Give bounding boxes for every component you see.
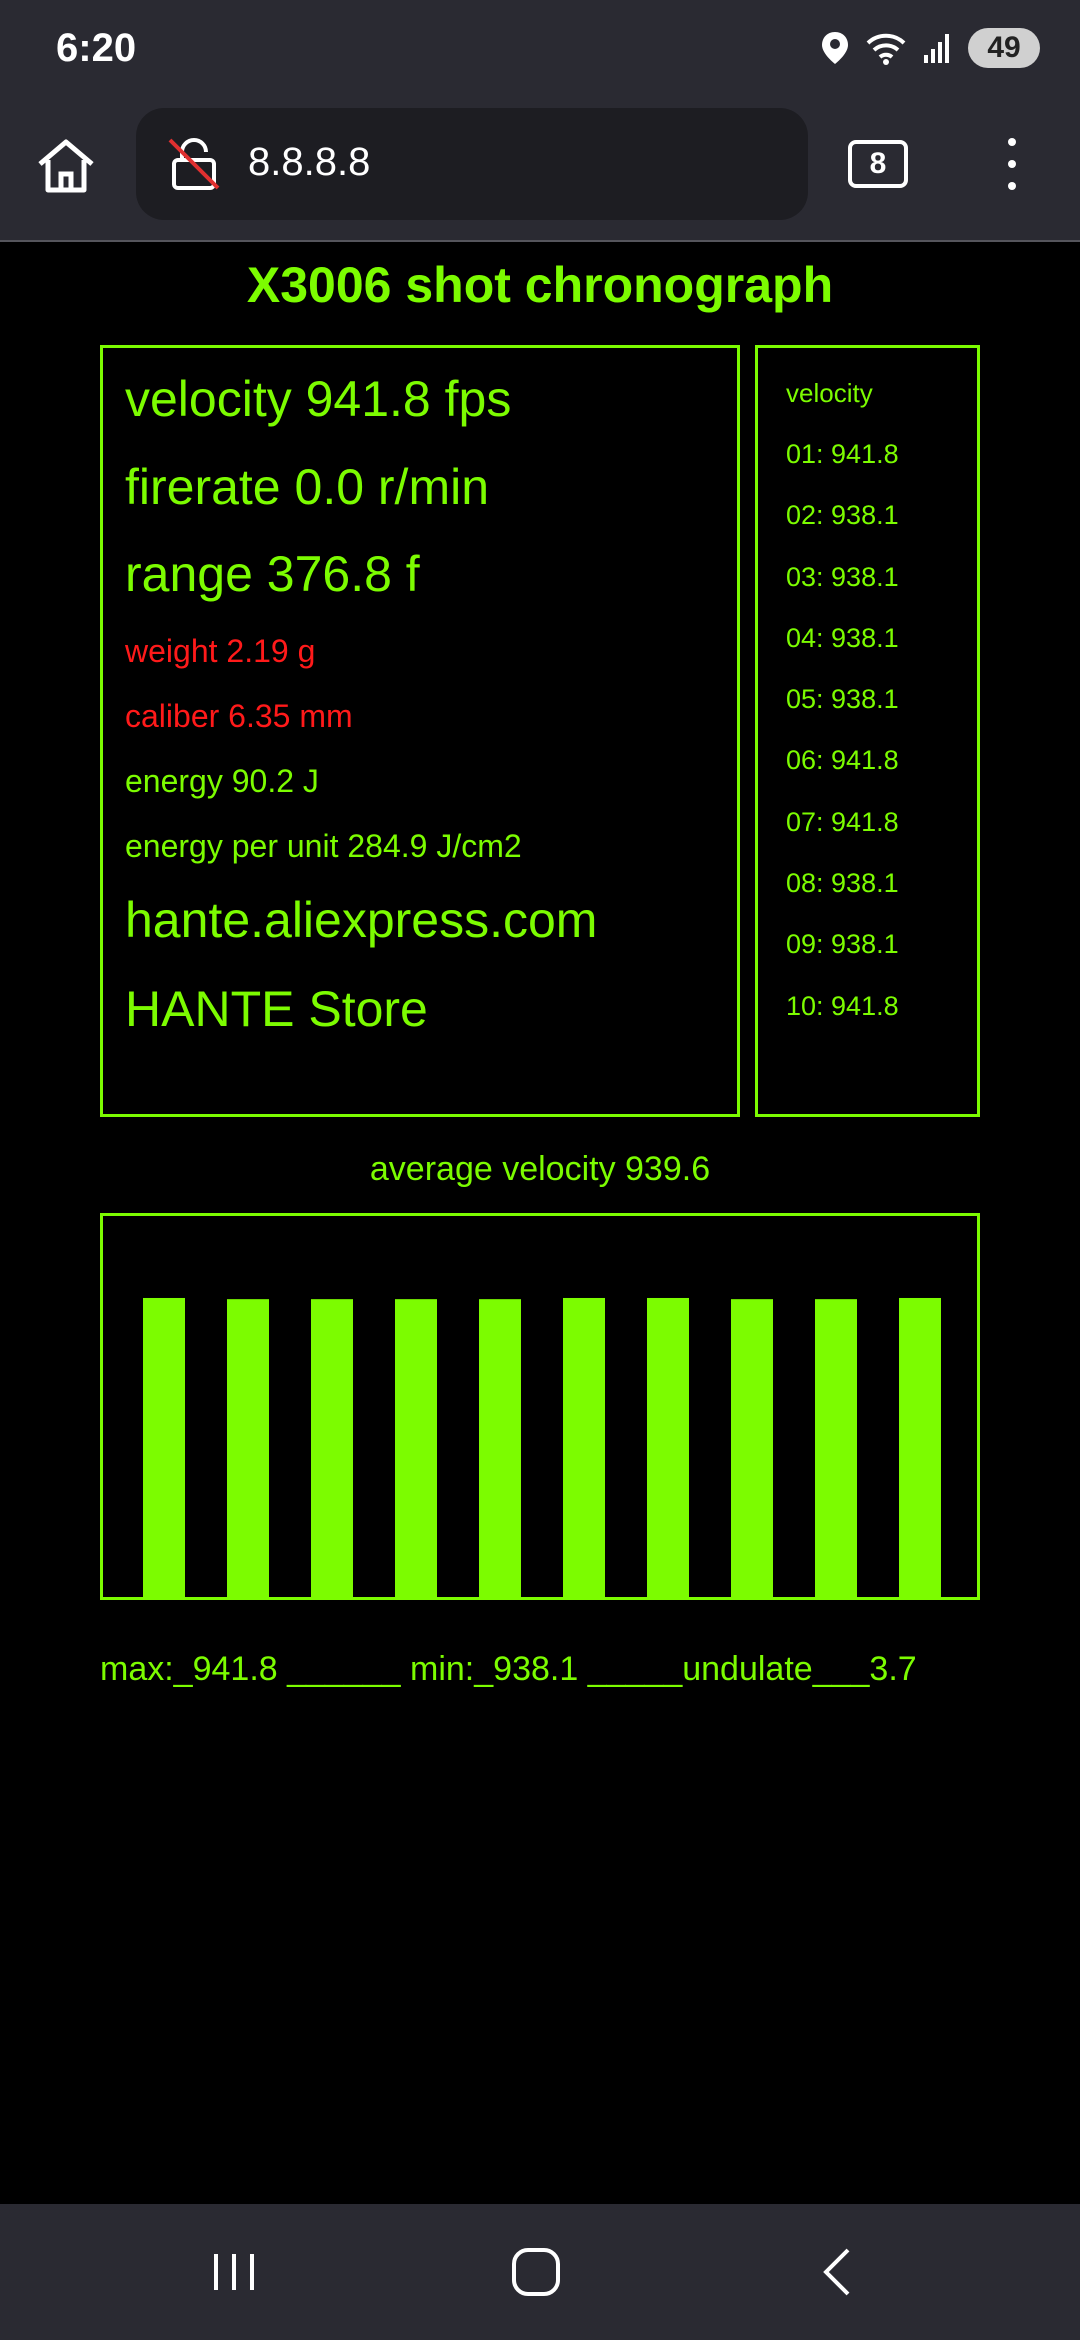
velocity-bar: [815, 1299, 857, 1597]
velocity-bar: [311, 1299, 353, 1597]
velocity-bar: [227, 1299, 269, 1597]
velocity-bar: [143, 1297, 185, 1597]
velocity-bar: [899, 1297, 941, 1597]
velocity-history-item: 04: 938.1: [786, 623, 899, 653]
velocity-bar-chart: [100, 1213, 980, 1600]
url-text[interactable]: 8.8.8.8: [248, 140, 370, 185]
wifi-icon: [866, 33, 906, 65]
page-title: X3006 shot chronograph: [246, 257, 834, 313]
velocity-bar: [647, 1297, 689, 1597]
velocity-history-item: 02: 938.1: [786, 500, 899, 530]
store-name-text: HANTE Store: [125, 981, 428, 1037]
velocity-history-panel: velocity 01: 941.8 02: 938.1 03: 938.1 0…: [755, 345, 980, 1117]
velocity-stats: max:_941.8 ______ min:_938.1 _____undula…: [100, 1650, 917, 1688]
average-velocity: average velocity 939.6: [369, 1150, 711, 1188]
energy-reading: energy 90.2 J: [125, 763, 319, 799]
location-icon: [822, 32, 848, 64]
velocity-history-item: 08: 938.1: [786, 868, 899, 898]
battery-indicator: 49: [968, 28, 1040, 68]
velocity-history-item: 03: 938.1: [786, 562, 899, 592]
status-time: 6:20: [56, 26, 137, 70]
home-icon[interactable]: [34, 134, 98, 198]
back-icon[interactable]: [808, 2240, 872, 2304]
firerate-reading: firerate 0.0 r/min: [125, 459, 490, 515]
browser-toolbar: 8.8.8.8 8: [0, 100, 1080, 242]
status-icons: 49: [820, 28, 1040, 68]
velocity-history-item: 06: 941.8: [786, 745, 899, 775]
system-nav-bar: [0, 2204, 1080, 2340]
weight-reading: weight 2.19 g: [125, 633, 316, 669]
more-menu-icon[interactable]: [1000, 138, 1024, 198]
velocity-history-header: velocity: [786, 378, 873, 408]
velocity-reading: velocity 941.8 fps: [125, 371, 512, 427]
insecure-lock-icon[interactable]: [166, 136, 222, 192]
readings-panel: velocity 941.8 fps firerate 0.0 r/min ra…: [100, 345, 740, 1117]
velocity-bar: [479, 1299, 521, 1597]
energy-per-unit-reading: energy per unit 284.9 J/cm2: [125, 828, 522, 864]
caliber-reading: caliber 6.35 mm: [125, 698, 353, 734]
recent-apps-icon[interactable]: [202, 2240, 266, 2304]
velocity-history-item: 09: 938.1: [786, 929, 899, 959]
velocity-chart-svg: [143, 1297, 941, 1597]
velocity-history-item: 01: 941.8: [786, 439, 899, 469]
store-site-text: hante.aliexpress.com: [125, 892, 598, 948]
range-reading: range 376.8 f: [125, 546, 420, 602]
home-nav-icon[interactable]: [504, 2240, 568, 2304]
tabs-count-button[interactable]: 8: [848, 140, 908, 188]
velocity-history-item: 07: 941.8: [786, 807, 899, 837]
address-bar[interactable]: 8.8.8.8: [136, 108, 808, 220]
velocity-bar: [563, 1297, 605, 1597]
velocity-history-item: 05: 938.1: [786, 684, 899, 714]
velocity-bar: [731, 1299, 773, 1597]
signal-icon: [924, 34, 949, 63]
status-bar: 6:20 49: [0, 0, 1080, 100]
velocity-history-item: 10: 941.8: [786, 991, 899, 1021]
velocity-bar: [395, 1299, 437, 1597]
